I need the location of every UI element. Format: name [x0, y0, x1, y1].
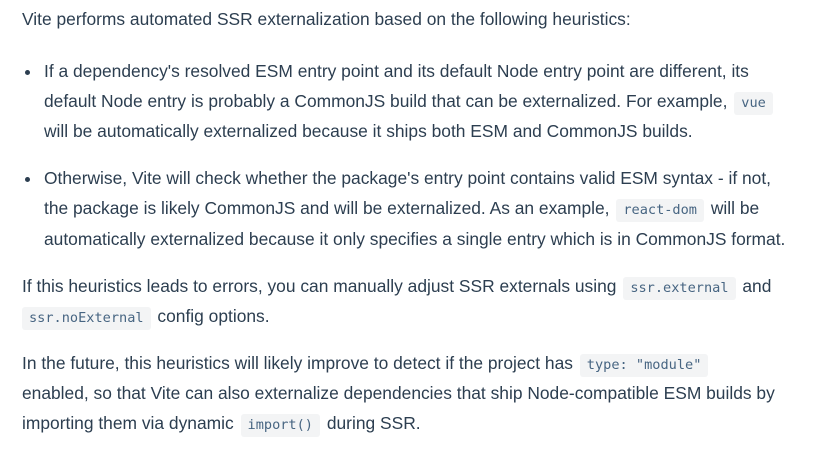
inline-code-type-module: type: "module"	[579, 354, 709, 377]
para-3-line-2: enabled, so that Vite can also externali…	[22, 383, 775, 403]
inline-code-react-dom: react-dom	[616, 199, 704, 222]
para-3-line-3-tail: during SSR.	[326, 413, 421, 433]
para-2-line-1-tail: and	[742, 276, 772, 296]
inline-code-import: import()	[240, 414, 320, 437]
bullet-1-line-1: If a dependency's resolved ESM entry poi…	[44, 61, 749, 81]
bullet-2-line-3: automatically externalized because it on…	[44, 229, 786, 249]
para-2-line-2-text: config options.	[157, 306, 270, 326]
bullet-2-line-2: the package is likely CommonJS and will …	[44, 198, 760, 222]
inline-code-ssr-noexternal: ssr.noExternal	[22, 307, 151, 330]
bullet-1-line-2-text: default Node entry is probably a CommonJ…	[44, 91, 728, 111]
para-2-line-1-text: If this heuristics leads to errors, you …	[22, 276, 617, 296]
bullet-2-line-2-text-a: the package is likely CommonJS and will …	[44, 198, 610, 218]
para-3-line-3: importing them via dynamic import() duri…	[22, 413, 421, 437]
para-3-line-1: In the future, this heuristics will like…	[22, 353, 710, 377]
para-2-line-1: If this heuristics leads to errors, you …	[22, 276, 772, 300]
inline-code-ssr-external: ssr.external	[623, 277, 736, 300]
para-3-line-3-text: importing them via dynamic	[22, 413, 234, 433]
bullet-point-2	[25, 177, 30, 182]
bullet-1-line-2: default Node entry is probably a CommonJ…	[44, 91, 775, 115]
bullet-2-line-1: Otherwise, Vite will check whether the p…	[44, 168, 771, 188]
bullet-2-line-2-text-b: will be	[710, 198, 760, 218]
inline-code-vue: vue	[734, 92, 773, 115]
para-3-line-1-text: In the future, this heuristics will like…	[22, 353, 573, 373]
para-2-line-2: ssr.noExternal config options.	[22, 306, 270, 330]
bullet-point-1	[25, 70, 30, 75]
intro-paragraph: Vite performs automated SSR externalizat…	[22, 9, 631, 29]
document-body: Vite performs automated SSR externalizat…	[0, 0, 840, 450]
bullet-1-line-3: will be automatically externalized becau…	[44, 121, 693, 141]
